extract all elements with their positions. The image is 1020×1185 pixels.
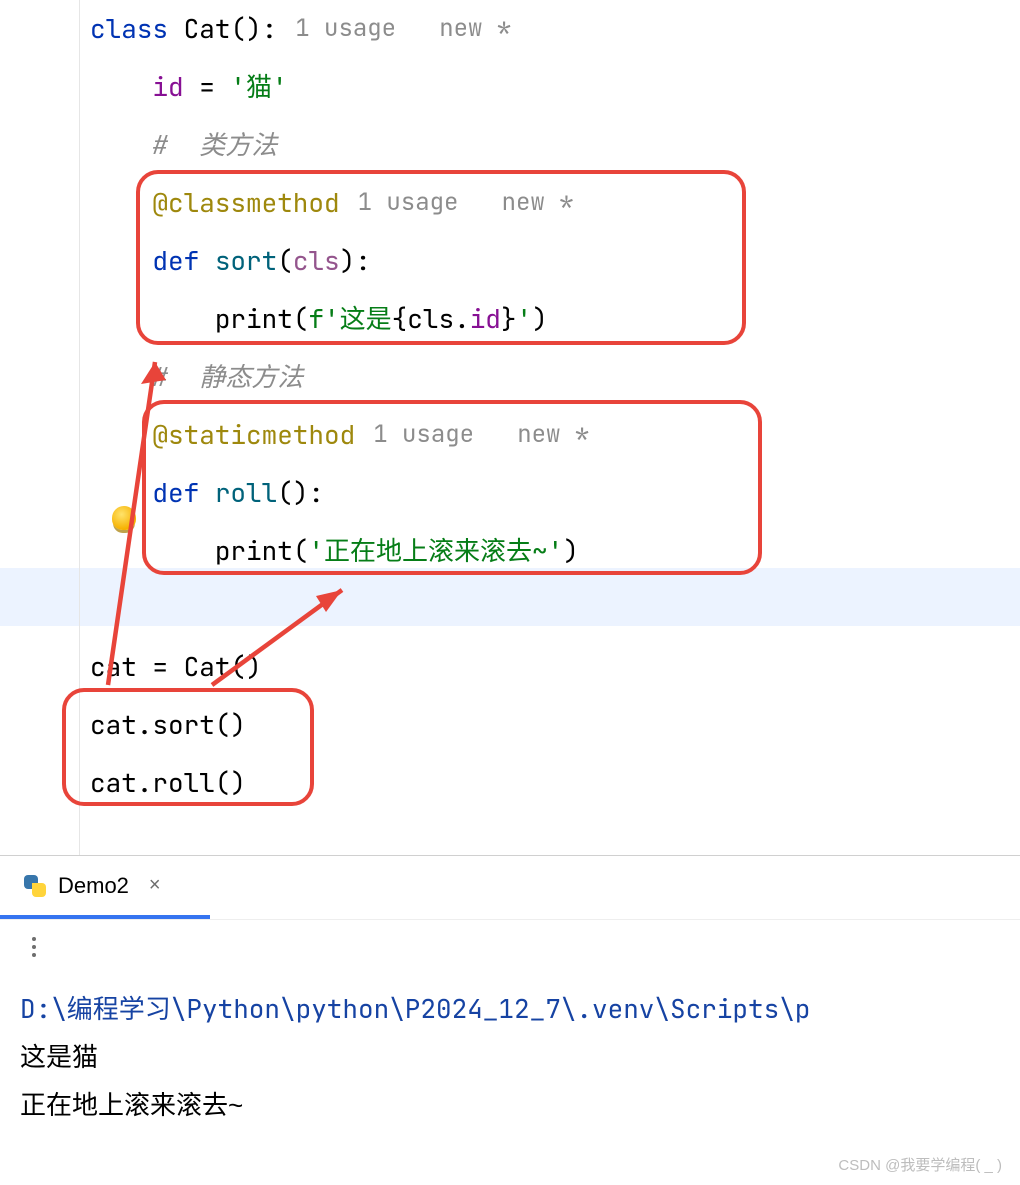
paren-open: ( — [293, 300, 309, 338]
string-close: ' — [517, 300, 533, 338]
console-output[interactable]: D:\编程学习\Python\python\P2024_12_7\.venv\S… — [0, 973, 1020, 1129]
func-name: sort — [215, 242, 277, 280]
keyword-def: def — [152, 474, 199, 512]
class-suffix: (): — [230, 10, 277, 48]
console-toolbar — [0, 919, 1020, 973]
python-icon — [24, 875, 46, 897]
console-out-line: 这是猫 — [20, 1033, 1000, 1081]
code-line[interactable]: @classmethod1 usage new * — [90, 174, 1020, 232]
code-line[interactable]: print('正在地上滚来滚去~') — [90, 522, 1020, 580]
param-cls: cls — [293, 242, 340, 280]
dot: . — [454, 300, 470, 338]
decorator: @staticmethod — [152, 416, 355, 454]
func-call-print: print — [215, 532, 293, 570]
string-literal: '猫' — [230, 68, 287, 106]
class-name: Cat — [184, 10, 231, 48]
assign-op: = — [184, 68, 231, 106]
code-line[interactable]: # 类方法 — [90, 116, 1020, 174]
keyword-class: class — [90, 10, 168, 48]
code-line[interactable]: class Cat():1 usage new * — [90, 0, 1020, 58]
inlay-hint: 1 usage new * — [340, 186, 574, 221]
comment-text: 类方法 — [184, 126, 278, 164]
keyword-def: def — [152, 242, 199, 280]
code-line[interactable]: # 静态方法 — [90, 348, 1020, 406]
fstring-rbrace: } — [501, 300, 517, 338]
editor-gutter — [0, 0, 80, 855]
paren-open: ( — [277, 242, 293, 280]
run-tab-bar: Demo2 × — [0, 855, 1020, 915]
inlay-hint: 1 usage new * — [277, 12, 511, 47]
string-literal: '正在地上滚来滚去~' — [308, 532, 563, 570]
code-line[interactable]: id = '猫' — [90, 58, 1020, 116]
code-editor[interactable]: class Cat():1 usage new * id = '猫' # 类方法… — [0, 0, 1020, 855]
string-open: '这是 — [324, 300, 392, 338]
comment-hash: # — [152, 126, 183, 164]
params-close: ): — [340, 242, 371, 280]
code-line[interactable]: @staticmethod1 usage new * — [90, 406, 1020, 464]
blank-line[interactable] — [90, 580, 1020, 638]
more-icon[interactable] — [32, 937, 36, 957]
code-line[interactable]: cat.roll() — [90, 754, 1020, 812]
code-line[interactable]: def sort(cls): — [90, 232, 1020, 290]
code-line[interactable]: cat.sort() — [90, 696, 1020, 754]
func-name: roll — [215, 474, 277, 512]
comment-hash: # — [152, 358, 183, 396]
watermark-text: CSDN @我要学编程( _ ) — [838, 1154, 1002, 1175]
close-icon[interactable]: × — [141, 874, 161, 897]
fstring-expr-cls: cls — [407, 300, 454, 338]
paren-close: ) — [532, 300, 548, 338]
comment-text: 静态方法 — [184, 358, 304, 396]
inlay-hint: 1 usage new * — [355, 418, 589, 453]
func-call-print: print — [215, 300, 293, 338]
stmt-cat-roll: cat.roll() — [90, 764, 246, 802]
code-line[interactable]: print(f'这是{cls.id}') — [90, 290, 1020, 348]
decorator: @classmethod — [152, 184, 339, 222]
f-prefix: f — [308, 300, 324, 338]
run-tab-name[interactable]: Demo2 — [58, 873, 129, 899]
code-line[interactable]: cat = Cat() — [90, 638, 1020, 696]
stmt-cat-sort: cat.sort() — [90, 706, 246, 744]
stmt-cat-assign: cat = Cat() — [90, 648, 262, 686]
code-area[interactable]: class Cat():1 usage new * id = '猫' # 类方法… — [90, 0, 1020, 812]
console-command-line: D:\编程学习\Python\python\P2024_12_7\.venv\S… — [20, 985, 1000, 1033]
fstring-lbrace: { — [392, 300, 408, 338]
params: (): — [277, 474, 324, 512]
field-id: id — [152, 68, 183, 106]
console-out-line: 正在地上滚来滚去~ — [20, 1081, 1000, 1129]
field-ref: id — [470, 300, 501, 338]
code-line[interactable]: def roll(): — [90, 464, 1020, 522]
